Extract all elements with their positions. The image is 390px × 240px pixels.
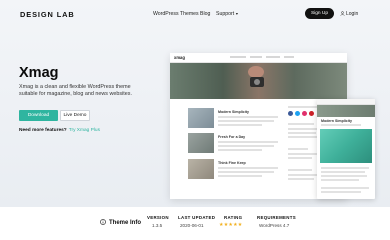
last-updated-value: 2020-06-01 xyxy=(180,223,204,228)
nav-wordpress-themes[interactable]: WordPress Themes xyxy=(153,11,199,17)
nav-support[interactable]: Support▼ xyxy=(216,11,239,17)
star-icon: ★ xyxy=(237,222,243,228)
xmag-plus-link[interactable]: Try Xmag Plus xyxy=(69,128,100,133)
preview-logo: xmag xyxy=(174,55,185,60)
mobile-text-line xyxy=(321,179,359,181)
mobile-post-image xyxy=(320,129,372,163)
last-updated-label: LAST UPDATED xyxy=(178,215,216,220)
page-title: Xmag xyxy=(19,65,59,81)
caret-down-icon: ▼ xyxy=(235,12,239,16)
preview-menu-item xyxy=(230,56,246,58)
preview-text-line xyxy=(218,167,278,169)
preview-sidebar-heading xyxy=(288,106,318,108)
signup-button[interactable]: Sign Up xyxy=(305,8,334,19)
theme-info-title: Theme Info xyxy=(109,220,142,226)
mobile-text-line xyxy=(321,167,369,169)
preview-sidebar-line xyxy=(288,178,314,180)
mobile-text-line xyxy=(321,171,365,173)
preview-menu-item xyxy=(250,56,262,58)
site-logo[interactable]: DESIGN LAB xyxy=(20,10,75,19)
mobile-text-line xyxy=(321,175,367,177)
live-demo-button[interactable]: Live Demo xyxy=(60,110,90,121)
download-button[interactable]: Download xyxy=(19,110,58,121)
preview-text-line xyxy=(218,149,262,151)
mobile-post-title: Modern Simplicity xyxy=(321,119,352,123)
rating-stars: ★★★★★ xyxy=(219,222,242,228)
version-value: 1.3.5 xyxy=(152,223,163,228)
preview-sidebar-line xyxy=(288,136,318,138)
preview-text-line xyxy=(218,124,262,126)
preview-sidebar-line xyxy=(288,153,318,155)
version-label: VERSION xyxy=(147,215,169,220)
preview-post-title: Think Fine Keep xyxy=(218,161,246,165)
preview-post-title: Modern Simplicity xyxy=(218,110,249,114)
twitter-icon xyxy=(295,111,300,116)
more-features-question: Need more features? xyxy=(19,128,67,133)
more-features: Need more features? Try Xmag Plus xyxy=(19,128,100,133)
user-icon xyxy=(340,11,345,16)
requirements-value: WordPress 4.7 xyxy=(259,223,290,228)
preview-text-line xyxy=(218,171,274,173)
facebook-icon xyxy=(288,111,293,116)
preview-sidebar-line xyxy=(288,157,312,159)
preview-post-thumb xyxy=(188,133,214,153)
info-circle-icon xyxy=(100,219,106,225)
camera-lens xyxy=(254,79,260,85)
preview-menu-item xyxy=(266,56,280,58)
instagram-icon xyxy=(302,111,307,116)
preview-text-line xyxy=(218,120,274,122)
mobile-text-line xyxy=(321,124,361,126)
preview-hero-image xyxy=(170,63,347,99)
preview-menu-item xyxy=(284,56,294,58)
preview-header: xmag xyxy=(170,53,347,63)
rating-label: RATING xyxy=(224,215,243,220)
requirements-label: REQUIREMENTS xyxy=(257,215,296,220)
preview-text-line xyxy=(218,141,278,143)
preview-post-thumb xyxy=(188,159,214,179)
preview-sidebar-heading xyxy=(288,148,308,150)
mobile-text-line xyxy=(321,191,361,193)
mobile-text-line xyxy=(321,187,369,189)
theme-description: Xmag is a clean and flexible WordPress t… xyxy=(19,84,132,98)
preview-sidebar-heading xyxy=(288,123,314,125)
preview-post-thumb xyxy=(188,108,214,128)
theme-info-heading: Theme Info xyxy=(100,219,141,226)
mobile-preview[interactable]: Modern Simplicity xyxy=(317,99,375,199)
nav-support-label: Support xyxy=(216,11,235,17)
preview-sidebar-line xyxy=(288,132,316,134)
pinterest-icon xyxy=(309,111,314,116)
preview-post-title: Fresh For a Day xyxy=(218,135,246,139)
nav-blog[interactable]: Blog xyxy=(200,11,210,17)
preview-sidebar-line xyxy=(288,174,318,176)
mobile-hero-image xyxy=(317,105,375,117)
preview-sidebar-line xyxy=(288,128,318,130)
preview-text-line xyxy=(218,116,278,118)
preview-text-line xyxy=(218,175,262,177)
preview-text-line xyxy=(218,145,274,147)
login-label: Login xyxy=(346,11,359,17)
login-link[interactable]: Login xyxy=(340,11,358,17)
preview-sidebar-heading xyxy=(288,169,312,171)
